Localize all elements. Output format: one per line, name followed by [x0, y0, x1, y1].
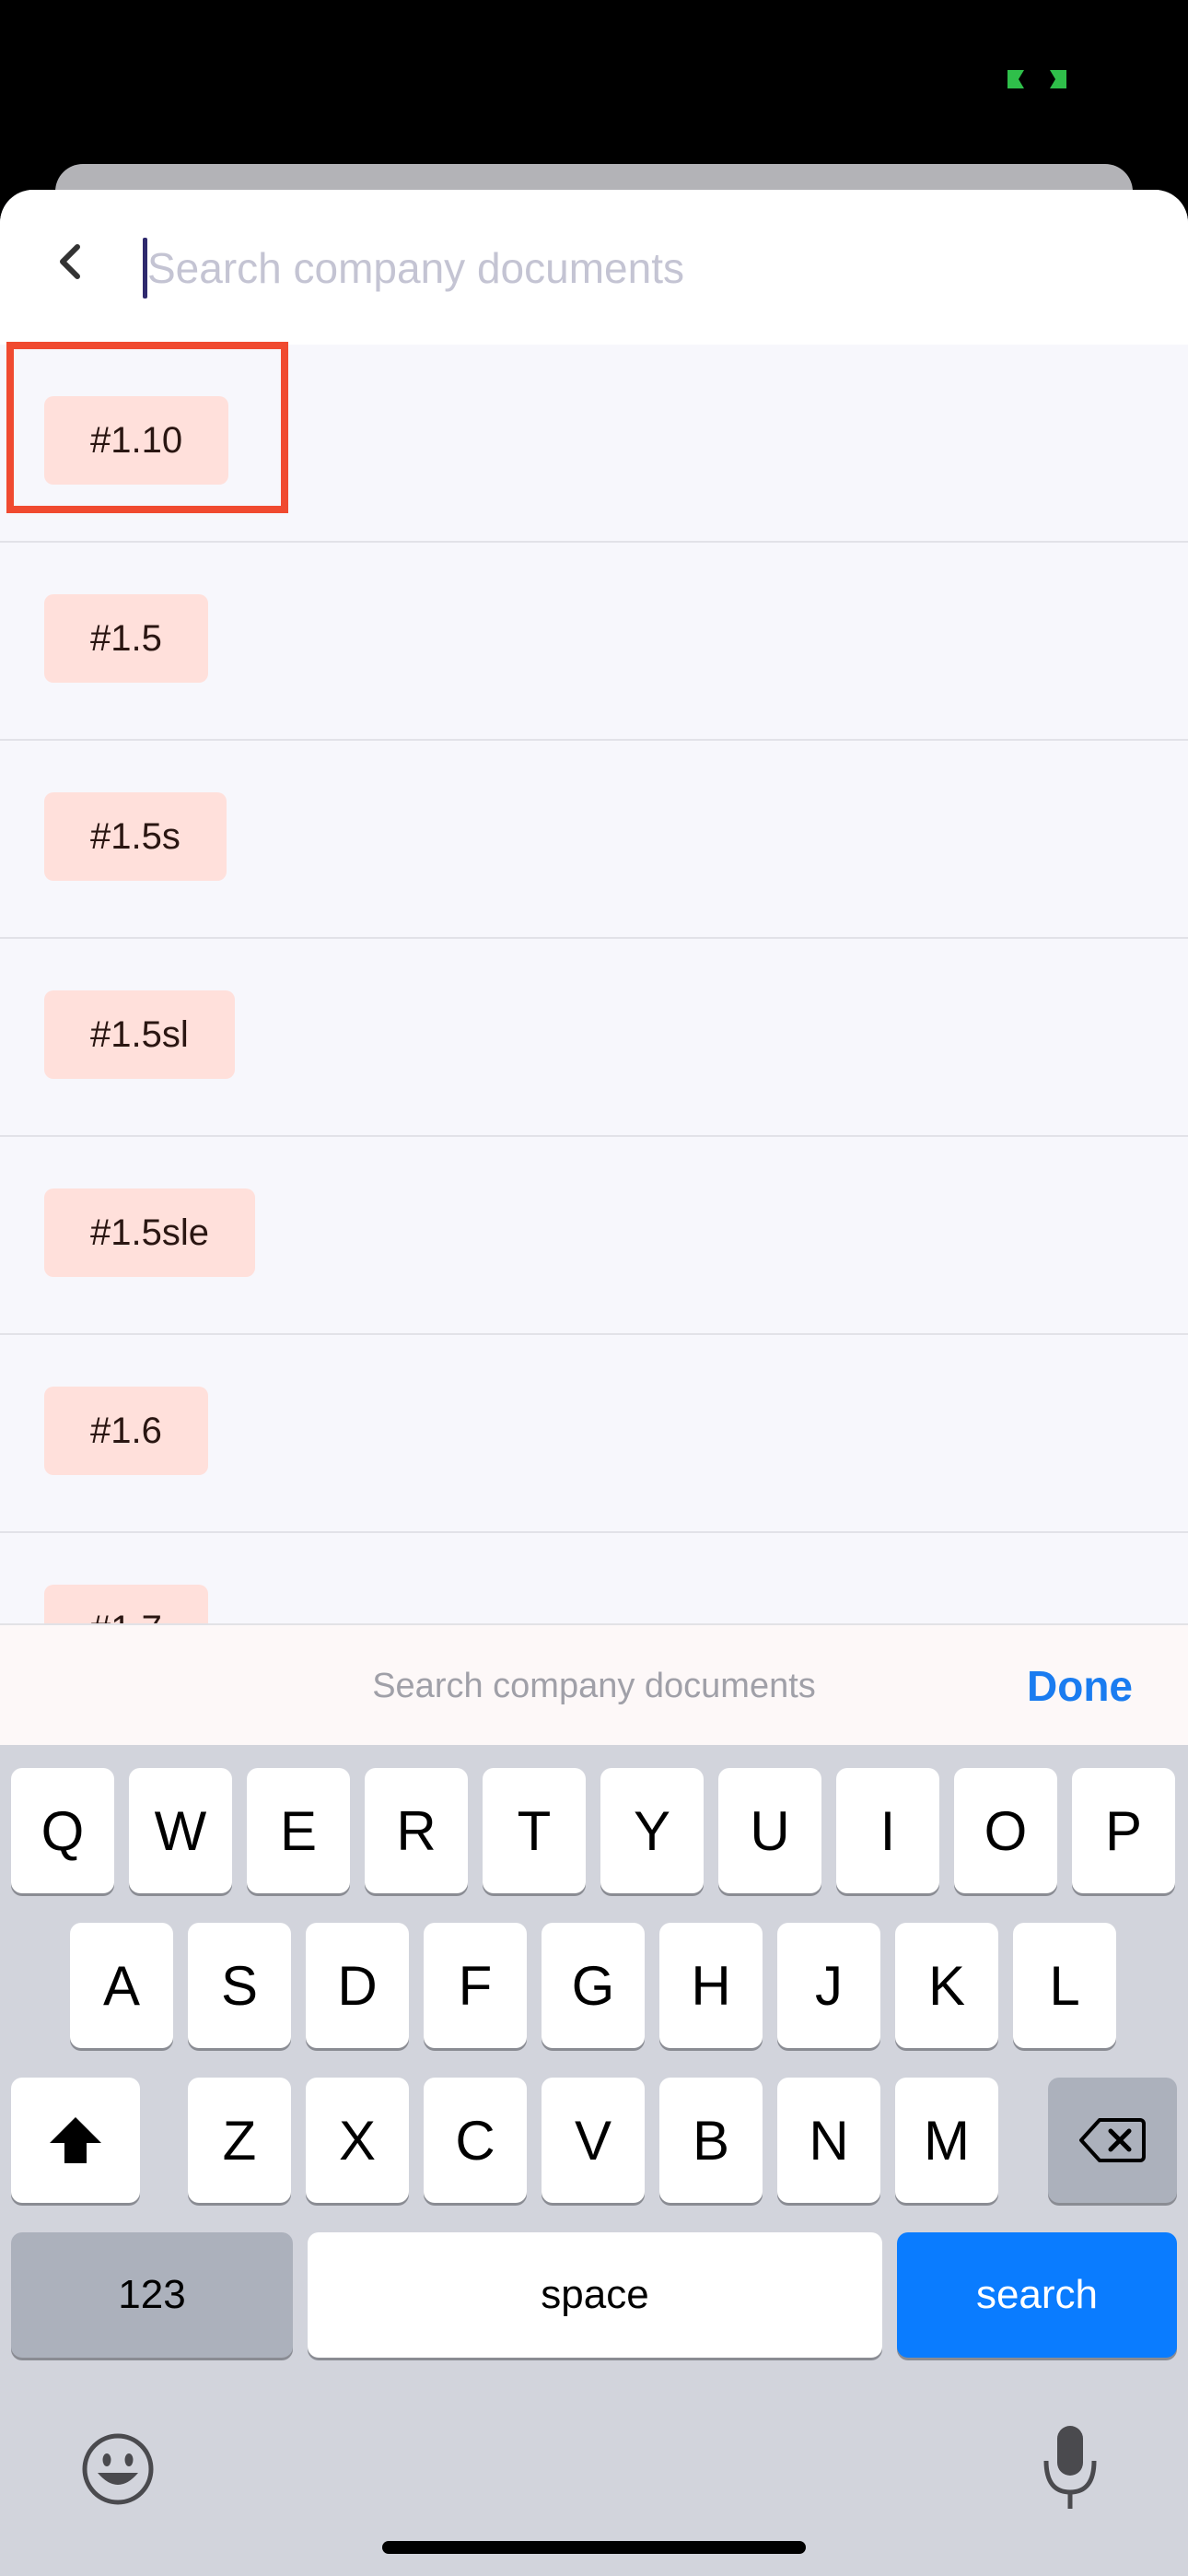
chevron-left-icon	[60, 244, 80, 279]
key-p[interactable]: P	[1072, 1768, 1175, 1893]
dictation-button[interactable]	[1028, 2418, 1112, 2519]
key-t[interactable]: T	[483, 1768, 586, 1893]
results-list: #1.10 #1.5 #1.5s #1.5sl #1.5sle #1.6 #1.…	[0, 345, 1188, 1731]
list-item[interactable]: #1.6	[0, 1335, 1188, 1533]
key-j[interactable]: J	[777, 1923, 880, 2048]
microphone-icon	[1043, 2426, 1097, 2509]
key-w[interactable]: W	[129, 1768, 232, 1893]
key-k[interactable]: K	[895, 1923, 998, 2048]
delete-key[interactable]	[1048, 2078, 1177, 2203]
backspace-icon	[1079, 2118, 1146, 2162]
shift-key[interactable]	[11, 2078, 140, 2203]
search-key[interactable]: search	[897, 2232, 1177, 2358]
status-bar	[0, 0, 1188, 166]
key-v[interactable]: V	[542, 2078, 645, 2203]
emoji-button[interactable]	[76, 2427, 160, 2512]
key-r[interactable]: R	[365, 1768, 468, 1893]
key-o[interactable]: O	[954, 1768, 1057, 1893]
key-d[interactable]: D	[306, 1923, 409, 2048]
highlight-annotation	[6, 342, 288, 513]
search-input[interactable]	[147, 232, 1142, 304]
key-g[interactable]: G	[542, 1923, 645, 2048]
back-button[interactable]	[37, 228, 103, 295]
tag-chip[interactable]: #1.5s	[44, 792, 227, 881]
tag-chip[interactable]: #1.5sl	[44, 990, 235, 1079]
list-item[interactable]: #1.5	[0, 543, 1188, 741]
key-u[interactable]: U	[718, 1768, 821, 1893]
list-item[interactable]: #1.5sl	[0, 939, 1188, 1137]
key-z[interactable]: Z	[188, 2078, 291, 2203]
tag-chip[interactable]: #1.5	[44, 594, 208, 683]
tag-chip[interactable]: #1.5sle	[44, 1188, 255, 1277]
key-f[interactable]: F	[424, 1923, 527, 2048]
key-l[interactable]: L	[1013, 1923, 1116, 2048]
list-item[interactable]: #1.5s	[0, 741, 1188, 939]
numbers-key[interactable]: 123	[11, 2232, 293, 2358]
key-y[interactable]: Y	[600, 1768, 704, 1893]
accessory-hint: Search company documents	[372, 1667, 816, 1705]
key-q[interactable]: Q	[11, 1768, 114, 1893]
keyboard-accessory-bar: Search company documents Done	[0, 1623, 1188, 1747]
search-header	[0, 190, 1188, 345]
key-a[interactable]: A	[70, 1923, 173, 2048]
done-button[interactable]: Done	[1027, 1625, 1133, 1747]
space-key[interactable]: space	[308, 2232, 882, 2358]
key-i[interactable]: I	[836, 1768, 939, 1893]
key-c[interactable]: C	[424, 2078, 527, 2203]
call-indicator-icon	[1007, 70, 1066, 88]
key-s[interactable]: S	[188, 1923, 291, 2048]
tag-chip[interactable]: #1.6	[44, 1387, 208, 1475]
key-h[interactable]: H	[659, 1923, 763, 2048]
key-n[interactable]: N	[777, 2078, 880, 2203]
home-indicator	[382, 2541, 806, 2554]
emoji-icon	[82, 2433, 154, 2505]
shift-icon	[50, 2117, 101, 2163]
key-x[interactable]: X	[306, 2078, 409, 2203]
key-e[interactable]: E	[247, 1768, 350, 1893]
key-b[interactable]: B	[659, 2078, 763, 2203]
keyboard: Q W E R T Y U I O P A S D F G H J K L Z …	[0, 1745, 1188, 2576]
key-m[interactable]: M	[895, 2078, 998, 2203]
list-item[interactable]: #1.5sle	[0, 1137, 1188, 1335]
